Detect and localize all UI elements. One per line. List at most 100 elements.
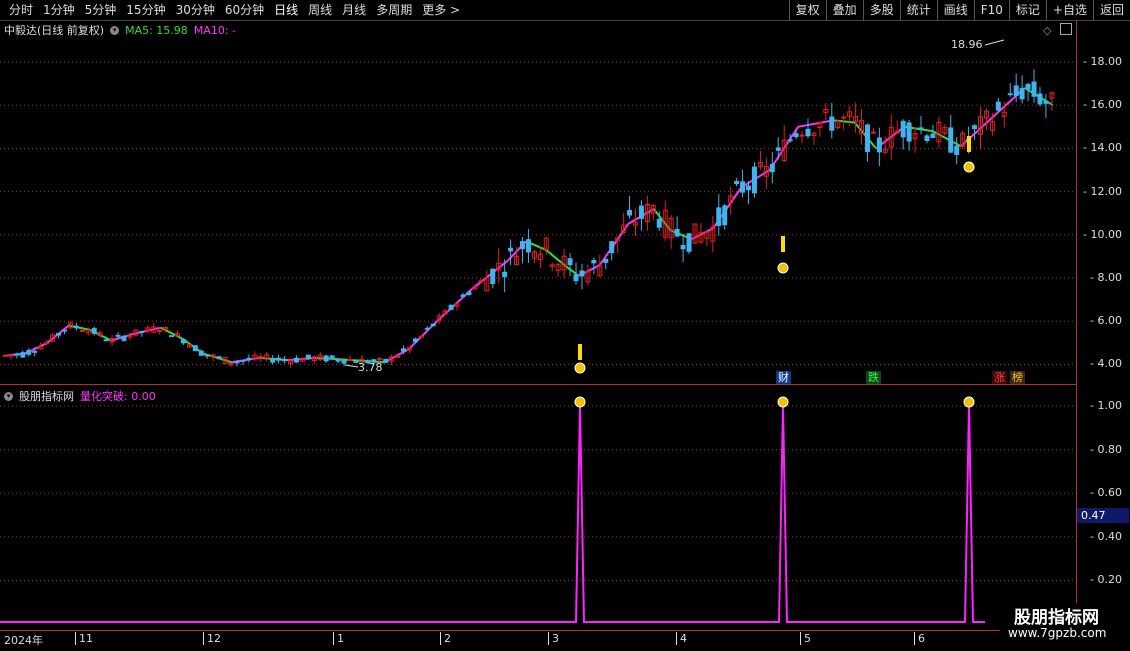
- badge-zhang: 涨: [992, 371, 1007, 384]
- candle-body: [2, 354, 8, 357]
- indicator-tick: - 0.20: [1090, 573, 1122, 587]
- watermark-title: 股朋指标网: [1014, 608, 1099, 628]
- candle-body: [73, 325, 79, 329]
- candle-body: [1031, 81, 1037, 97]
- low-arrow: [344, 364, 359, 368]
- candle-body: [228, 363, 234, 366]
- price-chart: [0, 39, 1077, 623]
- candle-body: [56, 332, 62, 336]
- x-tick: 5: [800, 632, 811, 645]
- price-tick: - 4.00: [1090, 357, 1122, 371]
- candle-body: [204, 354, 210, 357]
- candle-body: [1019, 87, 1025, 100]
- candle-body: [906, 122, 912, 142]
- indicator-tick: - 1.00: [1090, 399, 1122, 412]
- candle-body: [1007, 93, 1013, 96]
- candle-body: [347, 359, 353, 362]
- candle-body: [591, 259, 597, 264]
- candle-body: [1025, 83, 1031, 90]
- candle-body: [216, 356, 222, 359]
- high-annotation: 18.96: [951, 38, 983, 51]
- candle-body: [829, 116, 835, 131]
- watermark-url: www.7gpzb.com: [1008, 626, 1107, 640]
- candle-body: [192, 345, 198, 352]
- candle-body: [44, 342, 50, 345]
- candle-body: [79, 329, 85, 332]
- right-axis: 0.47 - 18.00 - 16.00 - 14.00 - 12.00 - 10.00…: [1076, 20, 1130, 630]
- candle-body: [270, 358, 276, 363]
- panel-separator: [0, 384, 1077, 385]
- money-bag-icon: [963, 161, 975, 173]
- candle-body: [335, 358, 341, 362]
- candle-body: [32, 350, 38, 353]
- indicator-tick: - 0.40: [1090, 529, 1122, 543]
- candle-body: [525, 239, 531, 253]
- candle-body: [293, 357, 299, 363]
- candle-body: [121, 335, 127, 341]
- candle-body: [395, 355, 401, 358]
- candle-body: [424, 327, 430, 330]
- low-annotation: 3.78: [358, 361, 383, 374]
- candle-body: [1013, 85, 1019, 97]
- candle-body: [412, 338, 418, 343]
- candle-body: [870, 131, 876, 134]
- candle-body: [995, 101, 1001, 111]
- indicator-tick: - 0.80: [1090, 442, 1122, 456]
- ma-line-segment: [652, 208, 672, 232]
- candle-body: [508, 247, 514, 252]
- candle-body: [323, 355, 329, 362]
- price-tick: - 6.00: [1090, 314, 1122, 328]
- candle-body: [746, 185, 752, 191]
- tool-button-7[interactable]: 返回: [1092, 0, 1130, 20]
- candle-body: [972, 125, 978, 130]
- candle-body: [329, 355, 335, 359]
- ma-line-segment: [988, 87, 1026, 122]
- candle-body: [900, 120, 906, 138]
- candle-body: [775, 147, 781, 151]
- candle-body: [716, 207, 722, 226]
- candle-body: [769, 163, 775, 173]
- candle-body: [918, 127, 924, 130]
- price-tick: - 8.00: [1090, 271, 1122, 284]
- candle-body: [139, 330, 145, 333]
- candle-body: [26, 349, 32, 355]
- candle-body: [799, 134, 805, 137]
- candle-body: [680, 245, 686, 250]
- candle-body: [418, 335, 424, 338]
- candle-body: [305, 354, 311, 359]
- candle-body: [460, 294, 466, 297]
- candle-body: [478, 280, 484, 283]
- candle-body: [115, 334, 121, 337]
- candle-body: [502, 271, 508, 278]
- candle-body: [401, 348, 407, 352]
- price-tick: - 14.00: [1083, 141, 1122, 155]
- candle-body: [609, 241, 615, 254]
- watermark: 股朋指标网 www.7gpzb.com: [1000, 603, 1130, 650]
- candle-body: [169, 335, 175, 338]
- badge-cai: 财: [776, 371, 791, 384]
- candle-body: [579, 270, 585, 277]
- candle-body: [20, 352, 26, 358]
- candle-body: [567, 258, 573, 266]
- x-tick: 12: [203, 632, 221, 645]
- candle-body: [864, 124, 870, 152]
- candle-body: [8, 354, 14, 357]
- x-axis: 2024年 11 12 1 2 3 4 5 6: [0, 630, 1077, 651]
- high-arrow: [984, 39, 1005, 46]
- candle-body: [627, 209, 633, 216]
- x-tick: 6: [914, 632, 925, 645]
- ma-line-segment: [960, 119, 990, 147]
- candle-body: [603, 258, 609, 263]
- price-tick: - 18.00: [1083, 55, 1122, 68]
- candle-body: [656, 218, 662, 228]
- candle-body: [793, 133, 799, 138]
- money-bag-icon: [574, 362, 586, 374]
- candle-body: [948, 127, 954, 153]
- candle-body: [157, 330, 163, 333]
- candle-body: [377, 358, 383, 361]
- x-tick: 2024年: [4, 634, 43, 647]
- candle-body: [954, 145, 960, 155]
- money-bag-icon: [777, 262, 789, 274]
- candle-body: [234, 361, 240, 364]
- x-tick: 1: [333, 632, 344, 645]
